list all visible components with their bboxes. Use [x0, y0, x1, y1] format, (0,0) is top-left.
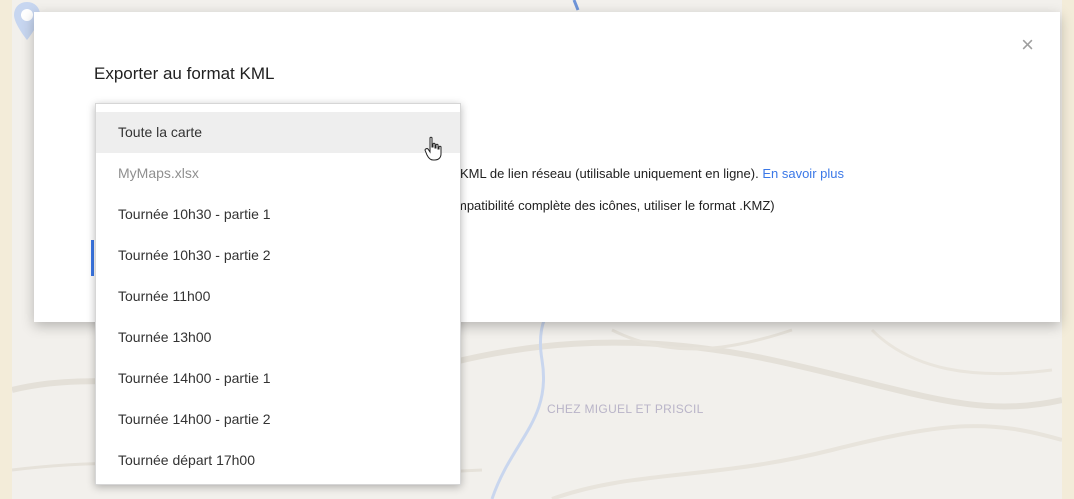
dropdown-item-tournee-14h00-p1[interactable]: Tournée 14h00 - partie 1 — [96, 358, 460, 399]
close-icon[interactable]: × — [1021, 34, 1034, 56]
dropdown-item-toute-la-carte[interactable]: Toute la carte — [96, 112, 460, 153]
dropdown-item-tournee-13h00[interactable]: Tournée 13h00 — [96, 317, 460, 358]
layer-select-dropdown[interactable]: Toute la carte MyMaps.xlsx Tournée 10h30… — [95, 103, 461, 485]
network-link-option-text: KML de lien réseau (utilisable uniquemen… — [460, 166, 844, 181]
network-link-description: KML de lien réseau (utilisable uniquemen… — [460, 166, 759, 181]
hand-pointer-icon — [424, 136, 442, 161]
map-place-label: CHEZ MIGUEL ET PRISCIL — [547, 402, 704, 416]
dialog-title: Exporter au format KML — [94, 64, 275, 83]
dropdown-item-tournee-10h30-p1[interactable]: Tournée 10h30 - partie 1 — [96, 194, 460, 235]
dropdown-item-tournee-depart-17h00[interactable]: Tournée départ 17h00 — [96, 440, 460, 481]
kmz-option-text: mpatibilité complète des icônes, utilise… — [456, 198, 775, 213]
dropdown-item-tournee-11h00[interactable]: Tournée 11h00 — [96, 276, 460, 317]
kmz-description: mpatibilité complète des icônes, utilise… — [456, 198, 775, 213]
dropdown-item-tournee-14h00-p2[interactable]: Tournée 14h00 - partie 2 — [96, 399, 460, 440]
dropdown-item-tournee-10h30-p2[interactable]: Tournée 10h30 - partie 2 — [96, 235, 460, 276]
learn-more-link[interactable]: En savoir plus — [762, 166, 844, 181]
primary-button-edge[interactable] — [91, 240, 94, 276]
dropdown-item-mymaps-xlsx[interactable]: MyMaps.xlsx — [96, 153, 460, 194]
